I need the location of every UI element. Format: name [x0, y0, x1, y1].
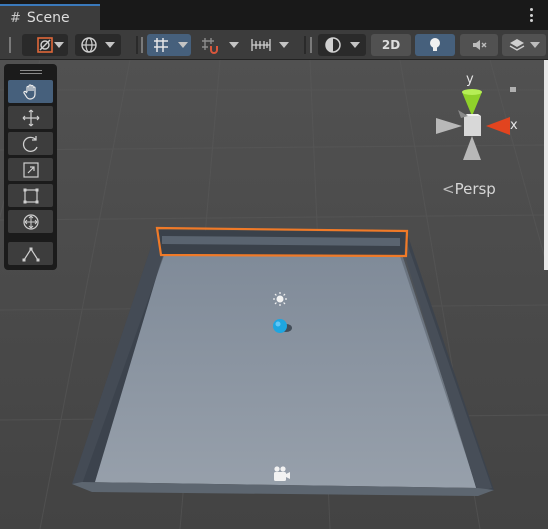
tools-overlay-handle[interactable]	[8, 67, 53, 77]
lighting-toggle[interactable]	[415, 34, 455, 56]
draw-mode-caret[interactable]	[50, 34, 68, 56]
chevron-down-icon	[105, 42, 115, 48]
more-options-icon[interactable]	[530, 8, 534, 22]
ruler-icon	[251, 39, 271, 51]
toolbar-grip[interactable]	[9, 37, 11, 53]
custom-tool-icon	[22, 247, 39, 261]
hash-icon: #	[10, 10, 21, 26]
toolbar-grip[interactable]	[310, 37, 312, 53]
layers-icon	[509, 39, 525, 51]
neg-x-axis-cone	[436, 118, 462, 134]
projection-label: Persp	[454, 180, 496, 198]
x-axis-label: x	[510, 118, 518, 133]
viewport-scrollbar[interactable]	[544, 60, 548, 270]
scene-viewport[interactable]: y x <Persp	[0, 60, 548, 529]
toolbar-grip[interactable]	[141, 37, 143, 53]
projection-arrow-icon: <	[442, 180, 455, 198]
rotate-icon	[22, 135, 38, 152]
chevron-down-icon	[279, 42, 289, 48]
transform-icon	[22, 213, 39, 230]
tool-custom[interactable]	[8, 242, 53, 265]
lightbulb-icon	[430, 38, 440, 51]
speaker-muted-icon	[473, 40, 487, 50]
grid-snap-caret[interactable]	[175, 34, 191, 56]
audio-toggle[interactable]	[460, 34, 498, 56]
chevron-down-icon	[350, 42, 360, 48]
neg-y-axis-cone	[463, 136, 481, 160]
tools-overlay	[4, 64, 57, 270]
projection-toggle[interactable]: <Persp	[442, 180, 496, 198]
chevron-down-icon	[54, 42, 64, 48]
scene-toolbar: 2D	[0, 30, 548, 60]
effects-dropdown[interactable]	[502, 34, 546, 56]
toolbar-separator	[136, 36, 138, 54]
magnet-grid-icon	[202, 38, 218, 54]
tool-rect[interactable]	[8, 184, 53, 207]
scale-icon	[22, 161, 39, 178]
tab-scene-label: Scene	[26, 10, 70, 26]
tab-scene[interactable]: # Scene	[0, 4, 100, 30]
cube-lock-icon	[510, 87, 516, 92]
y-axis-label: y	[466, 72, 474, 87]
tool-rotate[interactable]	[8, 132, 53, 155]
move-icon	[22, 109, 39, 126]
tool-hand[interactable]	[8, 80, 53, 103]
chevron-down-icon	[530, 42, 540, 48]
tab-bar: # Scene	[0, 0, 548, 30]
toolbar-separator	[304, 36, 306, 54]
globe-icon	[81, 37, 97, 53]
hand-icon	[22, 83, 36, 100]
render-paths-caret[interactable]	[101, 34, 119, 56]
mode-2d-label: 2D	[381, 38, 401, 52]
y-axis-cone	[462, 92, 482, 116]
rect-icon	[23, 188, 38, 203]
ball-object	[273, 319, 287, 333]
chevron-down-icon	[229, 42, 239, 48]
grid-icon	[154, 38, 168, 52]
increment-snap-caret[interactable]	[226, 34, 242, 56]
sphere-outline-icon	[325, 37, 341, 53]
orientation-gizmo[interactable]: y x	[428, 70, 528, 160]
chevron-down-icon	[178, 42, 188, 48]
ruler-caret[interactable]	[276, 34, 292, 56]
tool-move[interactable]	[8, 106, 53, 129]
x-axis-cone	[486, 117, 510, 135]
tool-transform[interactable]	[8, 210, 53, 233]
mode-2d-toggle[interactable]: 2D	[371, 34, 411, 56]
shading-caret[interactable]	[346, 34, 364, 56]
gizmo-center-cube	[464, 116, 481, 136]
tool-scale[interactable]	[8, 158, 53, 181]
